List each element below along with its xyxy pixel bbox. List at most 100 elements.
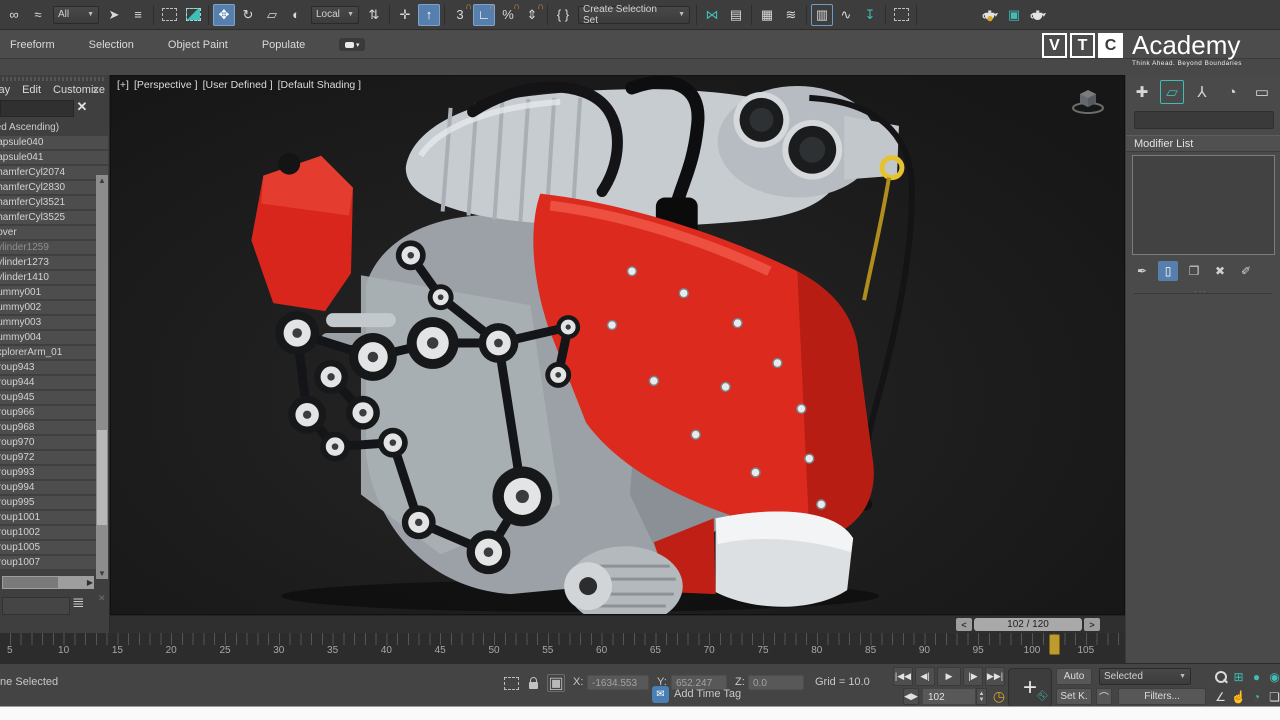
angle-snap-icon[interactable]: ∟ (473, 4, 495, 26)
window-crossing-icon[interactable] (182, 4, 204, 26)
viewport-menu-view[interactable]: [Perspective ] (134, 79, 198, 91)
show-end-result-icon[interactable]: ▯ (1158, 261, 1178, 281)
layers-stack-icon[interactable]: ≣ (72, 593, 85, 611)
zoom-all-icon[interactable]: ⊞ (1230, 667, 1247, 686)
scrollbar-thumb[interactable] (97, 430, 107, 525)
filters-button[interactable]: Filters... (1118, 688, 1206, 705)
list-item[interactable]: Group1005 (0, 541, 108, 554)
zoom-extents-all-icon[interactable]: ◉ (1266, 667, 1280, 686)
create-tab[interactable]: ✚ (1130, 80, 1154, 104)
selection-region-lock-icon[interactable] (502, 674, 520, 692)
list-item[interactable]: Dummy004 (0, 331, 108, 344)
panel-grip[interactable] (2, 77, 105, 81)
menu-edit[interactable]: Edit (22, 84, 41, 96)
maximize-viewport-icon[interactable]: ❏ (1266, 687, 1280, 706)
auto-key-button[interactable]: Auto (1056, 668, 1092, 685)
set-keys-button[interactable]: +⚿ (1008, 668, 1052, 707)
select-and-link-icon[interactable]: ∞ (3, 4, 25, 26)
render-production-icon[interactable] (1027, 4, 1049, 26)
use-pivot-center-icon[interactable]: ⇅ (363, 4, 385, 26)
next-frame-button[interactable]: |▶ (963, 667, 983, 686)
previous-frame-button[interactable]: ◀| (915, 667, 935, 686)
select-scale-icon[interactable]: ▱ (261, 4, 283, 26)
list-item[interactable]: Group1001 (0, 511, 108, 524)
mirror-icon[interactable]: ⋈ (701, 4, 723, 26)
search-clear-icon[interactable]: ✕ (74, 99, 90, 115)
select-object-icon[interactable]: ➤ (103, 4, 125, 26)
motion-tab[interactable]: ◔ (1220, 80, 1244, 104)
selection-filter-dropdown[interactable]: All▼ (53, 6, 99, 24)
spinner-snap-icon[interactable]: ⇕ (521, 4, 543, 26)
list-item[interactable]: Group943 (0, 361, 108, 374)
viewport-menu-general[interactable]: [+] (117, 79, 129, 91)
select-move-icon[interactable]: ✥ (213, 4, 235, 26)
select-place-icon[interactable]: ◐ (285, 4, 307, 26)
ribbon-tab-object-paint[interactable]: Object Paint (168, 39, 228, 51)
sort-header[interactable]: (Sorted Ascending) (0, 122, 59, 133)
playhead[interactable] (1049, 634, 1060, 655)
reference-coordinate-dropdown[interactable]: Local▼ (311, 6, 359, 24)
horizontal-scrollbar[interactable]: ▶ (2, 576, 94, 589)
list-item[interactable]: Dummy002 (0, 301, 108, 314)
current-frame-field[interactable]: 102 (922, 688, 976, 705)
scroll-right-icon[interactable]: ▶ (87, 576, 93, 589)
x-coordinate-field[interactable]: -1634.553 (587, 675, 649, 690)
z-coordinate-field[interactable]: 0.0 (748, 675, 804, 690)
keyboard-override-icon[interactable]: ↑ (418, 4, 440, 26)
modify-tab[interactable]: ▱ (1160, 80, 1184, 104)
ribbon-tab-freeform[interactable]: Freeform (10, 39, 55, 51)
list-item[interactable]: Cylinder1259 (0, 241, 108, 254)
rendered-frame-icon[interactable]: ▣ (1003, 4, 1025, 26)
footer-close-icon[interactable]: ✕ (98, 593, 106, 604)
render-setup-icon[interactable] (979, 4, 1001, 26)
object-name-field[interactable] (1134, 111, 1274, 129)
list-item[interactable]: ChamferCyl2074 (0, 166, 108, 179)
percent-snap-icon[interactable]: % (497, 4, 519, 26)
layer-filter-field[interactable] (2, 597, 70, 615)
zoom-extents-icon[interactable]: ● (1248, 667, 1265, 686)
scene-search-input[interactable] (0, 100, 74, 117)
key-mode-toggle[interactable]: ◀▶ (903, 688, 919, 705)
make-unique-icon[interactable]: ❐ (1184, 261, 1204, 281)
list-item[interactable]: Group966 (0, 406, 108, 419)
select-by-name-icon[interactable]: ≡ (127, 4, 149, 26)
list-item[interactable]: Group1007 (0, 556, 108, 569)
next-frame-arrow[interactable]: > (1084, 618, 1100, 631)
transform-gizmo-icon[interactable] (890, 4, 912, 26)
select-rotate-icon[interactable]: ↻ (237, 4, 259, 26)
ribbon-toggle-icon[interactable]: ▥ (811, 4, 833, 26)
rectangular-selection-icon[interactable] (158, 4, 180, 26)
display-tab[interactable]: ▭ (1250, 80, 1274, 104)
scroll-up-icon[interactable]: ▲ (96, 175, 108, 186)
list-item[interactable]: Cover (0, 226, 108, 239)
modifier-stack[interactable] (1132, 155, 1275, 255)
snap-toggle-3d-icon[interactable]: 3 (449, 4, 471, 26)
viewcube[interactable] (1068, 84, 1108, 116)
selected-set-dropdown[interactable]: Selected▼ (1099, 668, 1191, 685)
select-manipulate-icon[interactable]: ✛ (394, 4, 416, 26)
viewport-menu-camera[interactable]: [User Defined ] (203, 79, 273, 91)
list-item[interactable]: ChamferCyl3525 (0, 211, 108, 224)
previous-frame-arrow[interactable]: < (956, 618, 972, 631)
list-item[interactable]: ExplorerArm_01 (0, 346, 108, 359)
play-button[interactable]: ▶ (937, 667, 961, 686)
create-selection-set-dropdown[interactable]: Create Selection Set▼ (578, 6, 690, 24)
list-item[interactable]: Group968 (0, 421, 108, 434)
field-of-view-icon[interactable]: ∠ (1212, 687, 1229, 706)
time-slider-track[interactable]: < 102 / 120 > (110, 615, 1125, 633)
list-item[interactable]: Cylinder1273 (0, 256, 108, 269)
align-icon[interactable]: ▤ (725, 4, 747, 26)
default-tangent-icon[interactable]: ⌒ (1096, 688, 1112, 705)
ribbon-tab-selection[interactable]: Selection (89, 39, 134, 51)
list-item[interactable]: Group995 (0, 496, 108, 509)
vertical-scrollbar[interactable]: ▲ ▼ (96, 175, 108, 579)
list-item[interactable]: Group972 (0, 451, 108, 464)
frame-spinner[interactable]: ▲▼ (976, 688, 987, 705)
list-item[interactable]: ChamferCyl2830 (0, 181, 108, 194)
list-item[interactable]: Group970 (0, 436, 108, 449)
time-configuration-icon[interactable]: ◷ (990, 687, 1008, 705)
viewport-canvas[interactable]: [+] [Perspective ] [User Defined ] [Defa… (110, 75, 1125, 615)
schematic-view-icon[interactable]: ↧ (859, 4, 881, 26)
scroll-down-icon[interactable]: ▼ (96, 568, 108, 579)
layer-explorer-icon[interactable]: ≋ (780, 4, 802, 26)
